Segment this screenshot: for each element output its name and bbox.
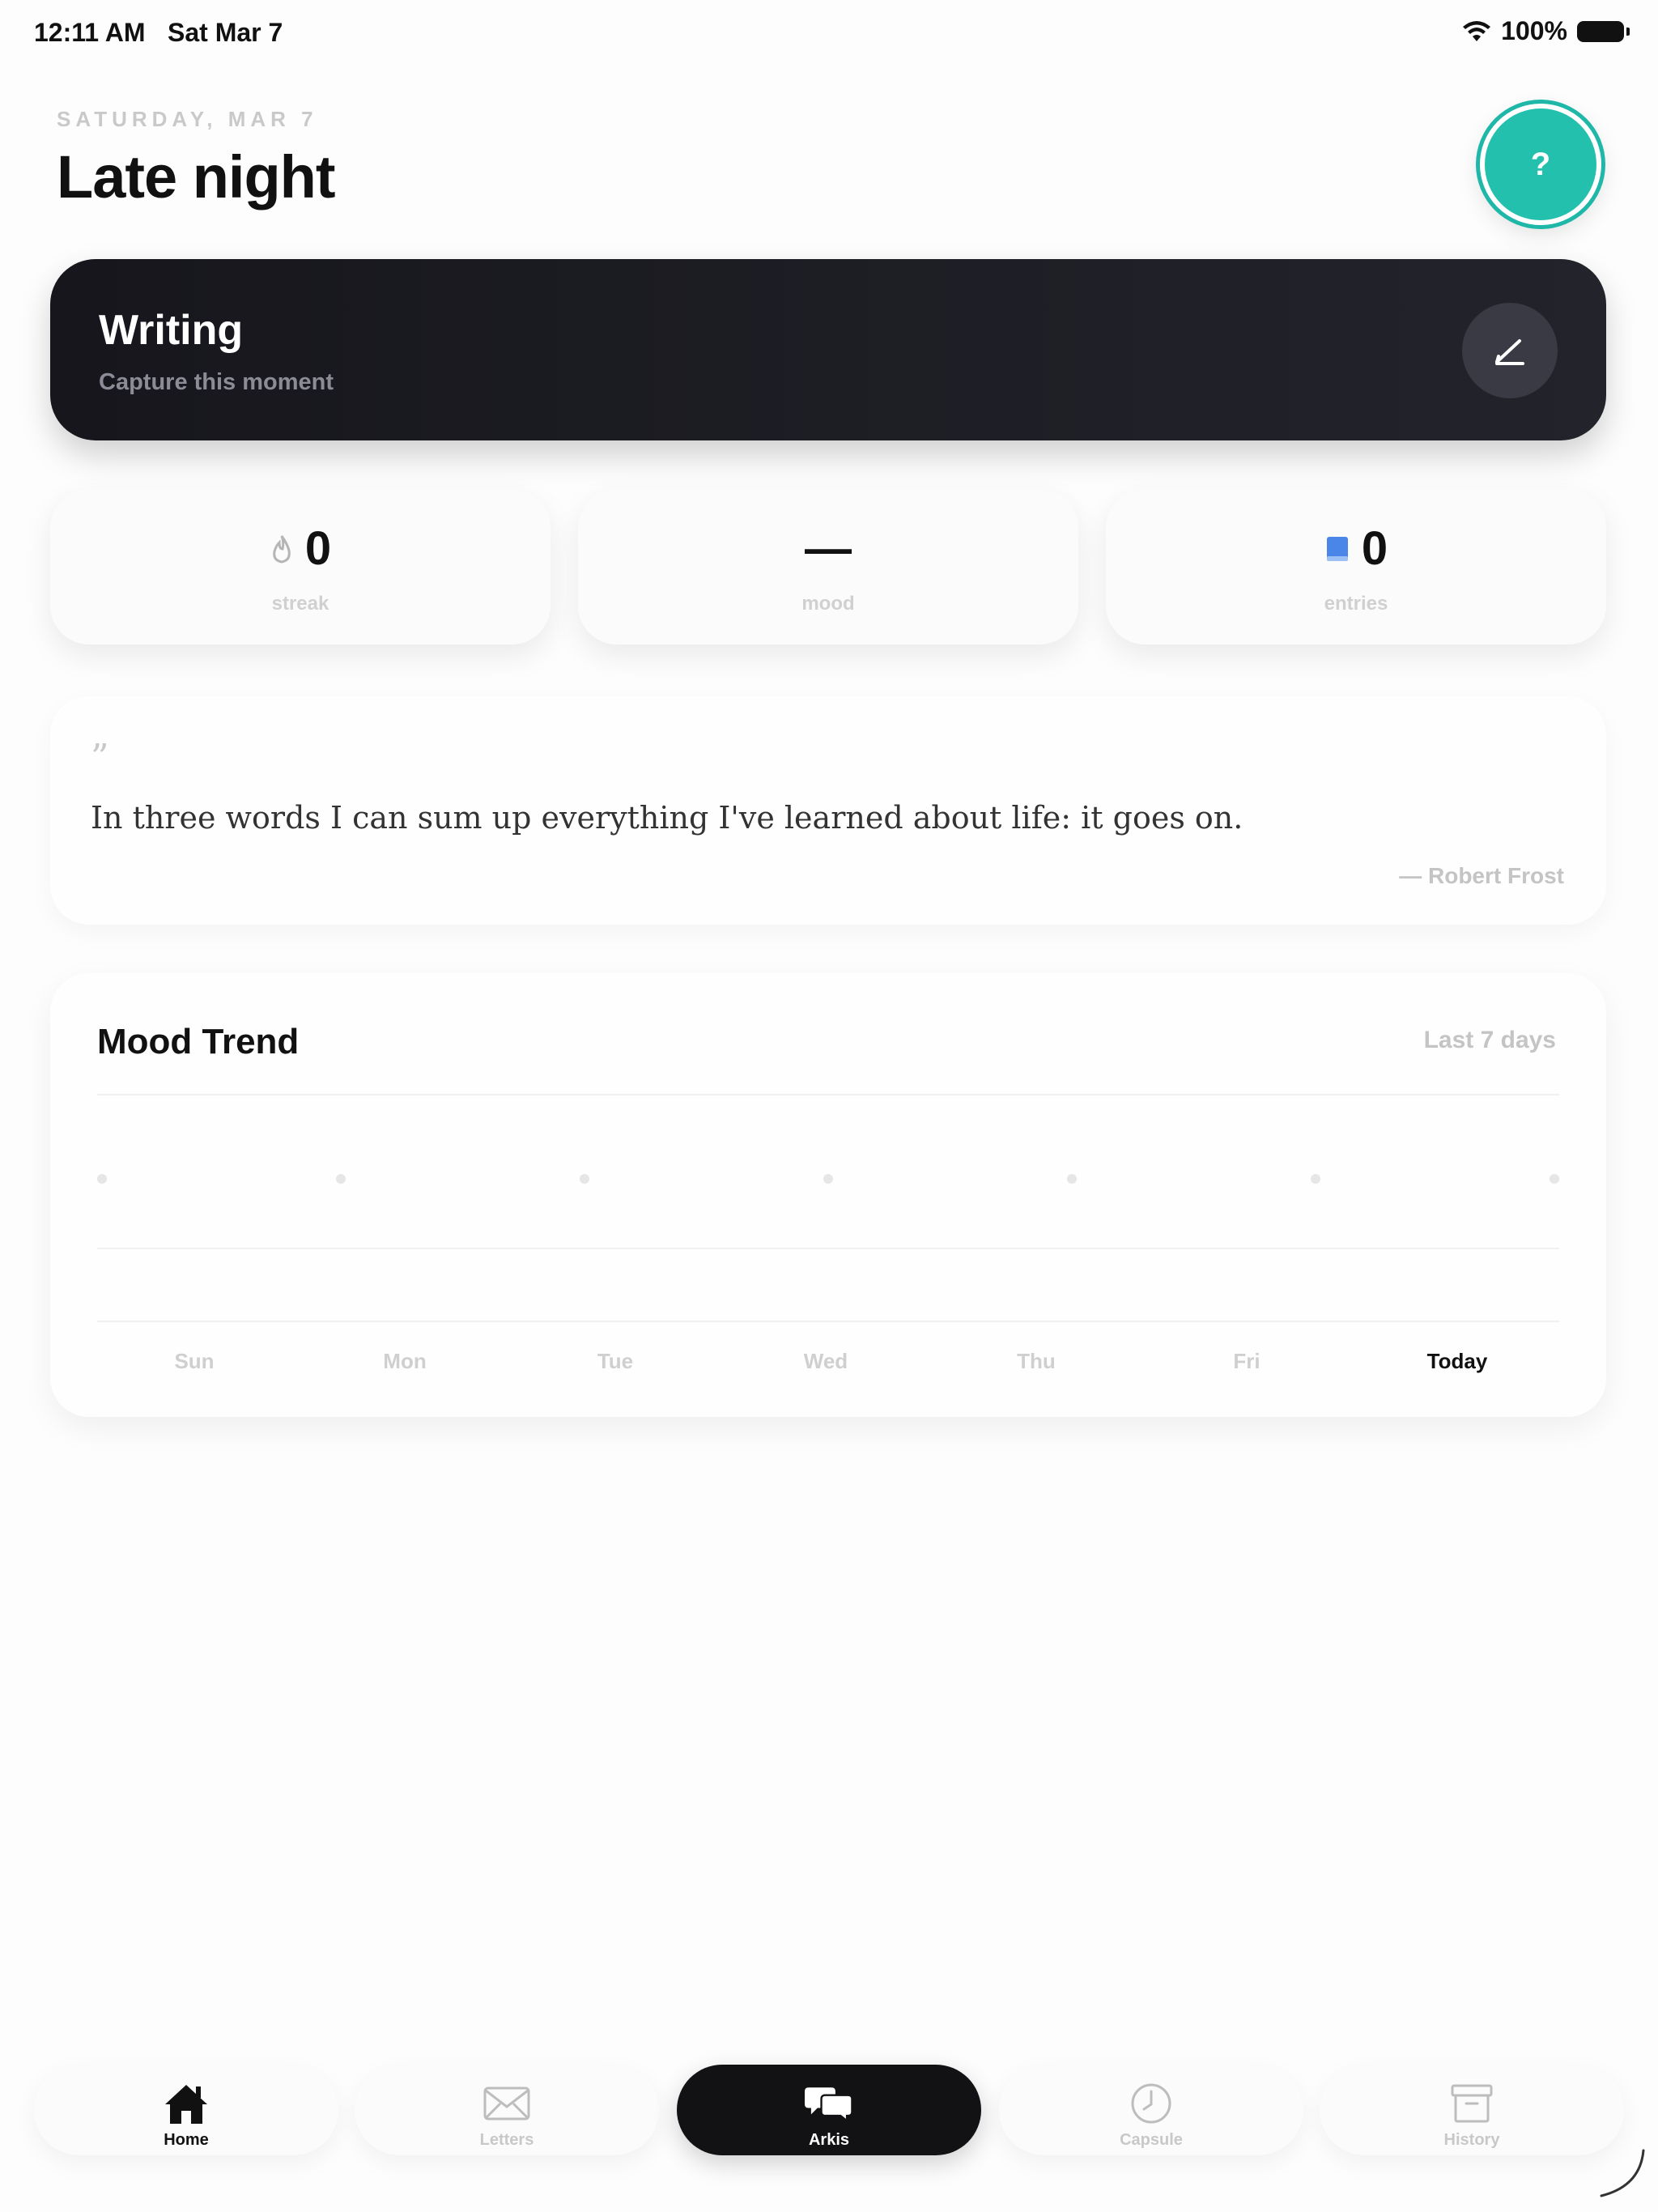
flame-icon: [273, 534, 291, 564]
writing-card[interactable]: Writing Capture this moment: [50, 259, 1606, 440]
streak-card[interactable]: 0 streak: [50, 489, 551, 644]
mood-point-fri: [1311, 1174, 1320, 1184]
tab-letters-label: Letters: [479, 2131, 534, 2149]
mood-point-today: [1550, 1174, 1559, 1184]
status-time: 12:11 AM: [34, 18, 146, 47]
archive-box-icon: [1451, 2084, 1493, 2123]
mood-point-sun: [97, 1174, 107, 1184]
mood-trend-card: Mood Trend Last 7 days Sun Mon Tue Wed Thu Fr…: [50, 973, 1606, 1417]
mood-label: mood: [801, 593, 855, 615]
page-title: Late night: [57, 143, 336, 211]
tab-capsule[interactable]: Capsule: [999, 2065, 1303, 2155]
day-label-thu: Thu: [1017, 1349, 1056, 1373]
writing-title: Writing: [99, 307, 244, 354]
tab-arkis[interactable]: Arkis: [677, 2065, 981, 2155]
quote-author: — Robert Frost: [1399, 863, 1564, 888]
mood-card-stat[interactable]: — mood: [578, 489, 1078, 644]
date-eyebrow: SATURDAY, MAR 7: [57, 107, 318, 131]
status-bar: 12:11 AM Sat Mar 7 100%: [0, 0, 1658, 65]
house-icon: [165, 2085, 207, 2124]
tab-letters[interactable]: Letters: [355, 2065, 659, 2155]
tab-capsule-label: Capsule: [1120, 2131, 1183, 2149]
status-indicators: 100%: [1462, 16, 1630, 46]
tab-history-label: History: [1443, 2131, 1500, 2149]
mood-trend-chart: [97, 1094, 1559, 1322]
quote-card: ” In three words I can sum up everything…: [50, 696, 1606, 925]
writing-subtitle: Capture this moment: [99, 369, 334, 395]
battery-percent: 100%: [1501, 16, 1567, 45]
status-date: Sat Mar 7: [168, 18, 283, 47]
help-button[interactable]: ?: [1480, 104, 1601, 225]
quote-text: In three words I can sum up everything I…: [91, 800, 1244, 836]
book-icon: [1326, 536, 1348, 561]
day-label-mon: Mon: [383, 1349, 427, 1373]
resize-handle-icon: [1600, 2149, 1645, 2197]
day-label-wed: Wed: [803, 1349, 848, 1373]
compose-button[interactable]: [1462, 303, 1558, 398]
day-label-fri: Fri: [1233, 1349, 1261, 1373]
home-screen: 12:11 AM Sat Mar 7 100% SATURDAY, MAR 7 …: [0, 0, 1658, 2212]
mood-point-mon: [336, 1174, 346, 1184]
day-label-tue: Tue: [597, 1349, 634, 1373]
mood-point-wed: [823, 1174, 833, 1184]
tab-arkis-label: Arkis: [808, 2131, 850, 2149]
wifi-icon: [1463, 20, 1491, 41]
entries-value: 0: [1361, 522, 1388, 575]
mood-trend-range[interactable]: Last 7 days: [1424, 1027, 1556, 1054]
quote-mark-icon: ”: [91, 737, 109, 778]
entries-card[interactable]: 0 entries: [1106, 489, 1606, 644]
clock-icon: [1131, 2083, 1171, 2124]
tab-home-label: Home: [164, 2131, 209, 2149]
mood-value: —: [805, 522, 852, 575]
envelope-icon: [483, 2087, 530, 2121]
chat-bubbles-icon: [805, 2087, 853, 2123]
mood-point-thu: [1067, 1174, 1077, 1184]
day-label-sun: Sun: [174, 1349, 215, 1373]
entries-label: entries: [1324, 593, 1388, 615]
pencil-icon: [1495, 339, 1524, 365]
question-mark-icon: ?: [1530, 146, 1551, 182]
streak-label: streak: [271, 593, 329, 615]
mood-point-tue: [580, 1174, 589, 1184]
tab-history[interactable]: History: [1320, 2065, 1624, 2155]
tab-home[interactable]: Home: [34, 2065, 338, 2155]
streak-value: 0: [304, 522, 332, 575]
mood-trend-title: Mood Trend: [97, 1022, 300, 1061]
battery-icon: [1577, 20, 1630, 42]
day-label-today: Today: [1426, 1349, 1488, 1373]
day-labels: Sun Mon Tue Wed Thu Fri Today: [97, 1349, 1559, 1381]
